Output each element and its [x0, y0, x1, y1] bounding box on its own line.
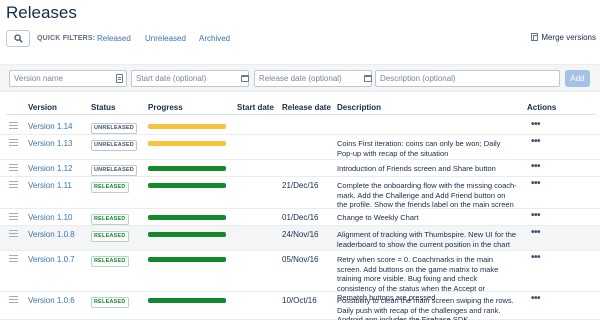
progress-bar [148, 257, 226, 262]
status-badge: RELEASED [91, 256, 129, 267]
version-description: Change to Weekly Chart [337, 213, 419, 222]
version-link[interactable]: Version 1.10 [28, 213, 72, 222]
table-row[interactable]: Version 1.12 UNRELEASED Introduction of Fr… [0, 160, 600, 177]
filter-archived[interactable]: Archived [199, 34, 230, 43]
actions-menu-button[interactable]: ••• [531, 178, 541, 189]
release-date: 21/Dec/16 [282, 181, 319, 190]
release-date: 10/Oct/16 [282, 296, 317, 305]
filter-released[interactable]: Released [97, 34, 131, 43]
version-link[interactable]: Version 1.0.7 [28, 255, 75, 264]
filter-unreleased[interactable]: Unreleased [145, 34, 186, 43]
version-link[interactable]: Version 1.0.6 [28, 296, 75, 305]
progress-fill [148, 232, 226, 237]
column-header-actions: Actions [527, 103, 557, 112]
progress-fill [148, 257, 226, 262]
drag-handle-icon[interactable] [9, 122, 18, 129]
drag-handle-icon[interactable] [9, 255, 18, 262]
search-icon [14, 34, 23, 43]
merge-icon [531, 33, 539, 41]
actions-menu-button[interactable]: ••• [531, 227, 541, 238]
progress-fill [148, 183, 226, 188]
table-row[interactable]: Version 1.10 RELEASED 01/Dec/16 Change to W… [0, 209, 600, 226]
drag-handle-icon[interactable] [9, 181, 18, 188]
progress-fill [148, 298, 226, 303]
status-badge: UNRELEASED [91, 140, 137, 151]
merge-versions-button[interactable]: Merge versions [531, 33, 596, 42]
merge-versions-label: Merge versions [541, 33, 596, 42]
column-header-description: Description [337, 103, 382, 112]
actions-menu-button[interactable]: ••• [531, 161, 541, 172]
progress-bar [148, 183, 226, 188]
column-header-version: Version [28, 103, 57, 112]
progress-bar [148, 232, 226, 237]
version-description: Coins First iteration: coins can only be… [337, 139, 501, 158]
status-badge: RELEASED [91, 182, 129, 193]
status-badge: UNRELEASED [91, 123, 137, 134]
table-row[interactable]: Version 1.13 UNRELEASED Coins First iterat… [0, 135, 600, 160]
column-header-start-date: Start date [237, 103, 274, 112]
description-input[interactable]: Description (optional) [375, 70, 560, 87]
drag-handle-icon[interactable] [9, 164, 18, 171]
calendar-icon[interactable] [364, 75, 372, 82]
drag-handle-icon[interactable] [9, 139, 18, 146]
progress-bar [148, 298, 226, 303]
actions-menu-button[interactable]: ••• [531, 210, 541, 221]
progress-fill [148, 141, 226, 146]
version-description: Introduction of Friends screen and Share… [337, 164, 496, 173]
drag-handle-icon[interactable] [9, 213, 18, 220]
release-date: 01/Dec/16 [282, 213, 319, 222]
progress-fill [148, 215, 226, 220]
progress-bar [148, 215, 226, 220]
drag-handle-icon[interactable] [9, 296, 18, 303]
release-date-input[interactable]: Release date (optional) [254, 70, 372, 87]
progress-bar [148, 166, 226, 171]
release-date: 05/Nov/16 [282, 255, 319, 264]
progress-bar [148, 141, 226, 146]
status-badge: RELEASED [91, 231, 129, 242]
status-badge: RELEASED [91, 214, 129, 225]
actions-menu-button[interactable]: ••• [531, 119, 541, 130]
actions-menu-button[interactable]: ••• [531, 252, 541, 263]
filter-bar: QUICK FILTERS: Released Unreleased Archi… [6, 30, 596, 48]
version-description: Possibility to clean the main screen swi… [337, 296, 514, 320]
search-button[interactable] [6, 30, 30, 47]
table-row[interactable]: Version 1.0.6 RELEASED 10/Oct/16 Possibilit… [0, 292, 600, 320]
progress-bar [148, 124, 226, 129]
version-description: Complete the onboarding flow with the mi… [337, 181, 517, 209]
column-header-progress: Progress [148, 103, 183, 112]
column-header-release-date: Release date [282, 103, 331, 112]
quick-filters-label: QUICK FILTERS: [37, 35, 96, 42]
version-link[interactable]: Version 1.12 [28, 164, 72, 173]
table-row[interactable]: Version 1.0.7 RELEASED 05/Nov/16 Retry when… [0, 251, 600, 302]
column-header-status: Status [91, 103, 116, 112]
table-row[interactable]: Version 1.14 UNRELEASED ••• [0, 118, 600, 135]
add-version-form: Version name Start date (optional) Relea… [0, 64, 600, 92]
table-row[interactable]: Version 1.11 RELEASED 21/Dec/16 Complete th… [0, 177, 600, 209]
version-link[interactable]: Version 1.13 [28, 139, 72, 148]
release-date: 24/Nov/16 [282, 230, 319, 239]
start-date-input[interactable]: Start date (optional) [131, 70, 249, 87]
actions-menu-button[interactable]: ••• [531, 136, 541, 147]
table-row[interactable]: Version 1.0.8 RELEASED 24/Nov/16 Alignment … [0, 226, 600, 251]
status-badge: UNRELEASED [91, 165, 137, 176]
status-badge: RELEASED [91, 297, 129, 308]
version-description: Alignment of tracking with Thumbspire. N… [337, 230, 517, 249]
progress-fill [148, 124, 226, 129]
add-button[interactable]: Add [565, 70, 590, 87]
calendar-icon[interactable] [241, 75, 249, 82]
version-link[interactable]: Version 1.0.8 [28, 230, 75, 239]
version-name-input[interactable]: Version name [9, 70, 127, 87]
page-title: Releases [6, 3, 77, 22]
version-link[interactable]: Version 1.11 [28, 181, 72, 190]
drag-handle-icon[interactable] [9, 230, 18, 237]
version-link[interactable]: Version 1.14 [28, 122, 72, 131]
actions-menu-button[interactable]: ••• [531, 293, 541, 304]
progress-fill [148, 166, 226, 171]
version-icon [116, 74, 123, 83]
header-divider [6, 114, 596, 115]
